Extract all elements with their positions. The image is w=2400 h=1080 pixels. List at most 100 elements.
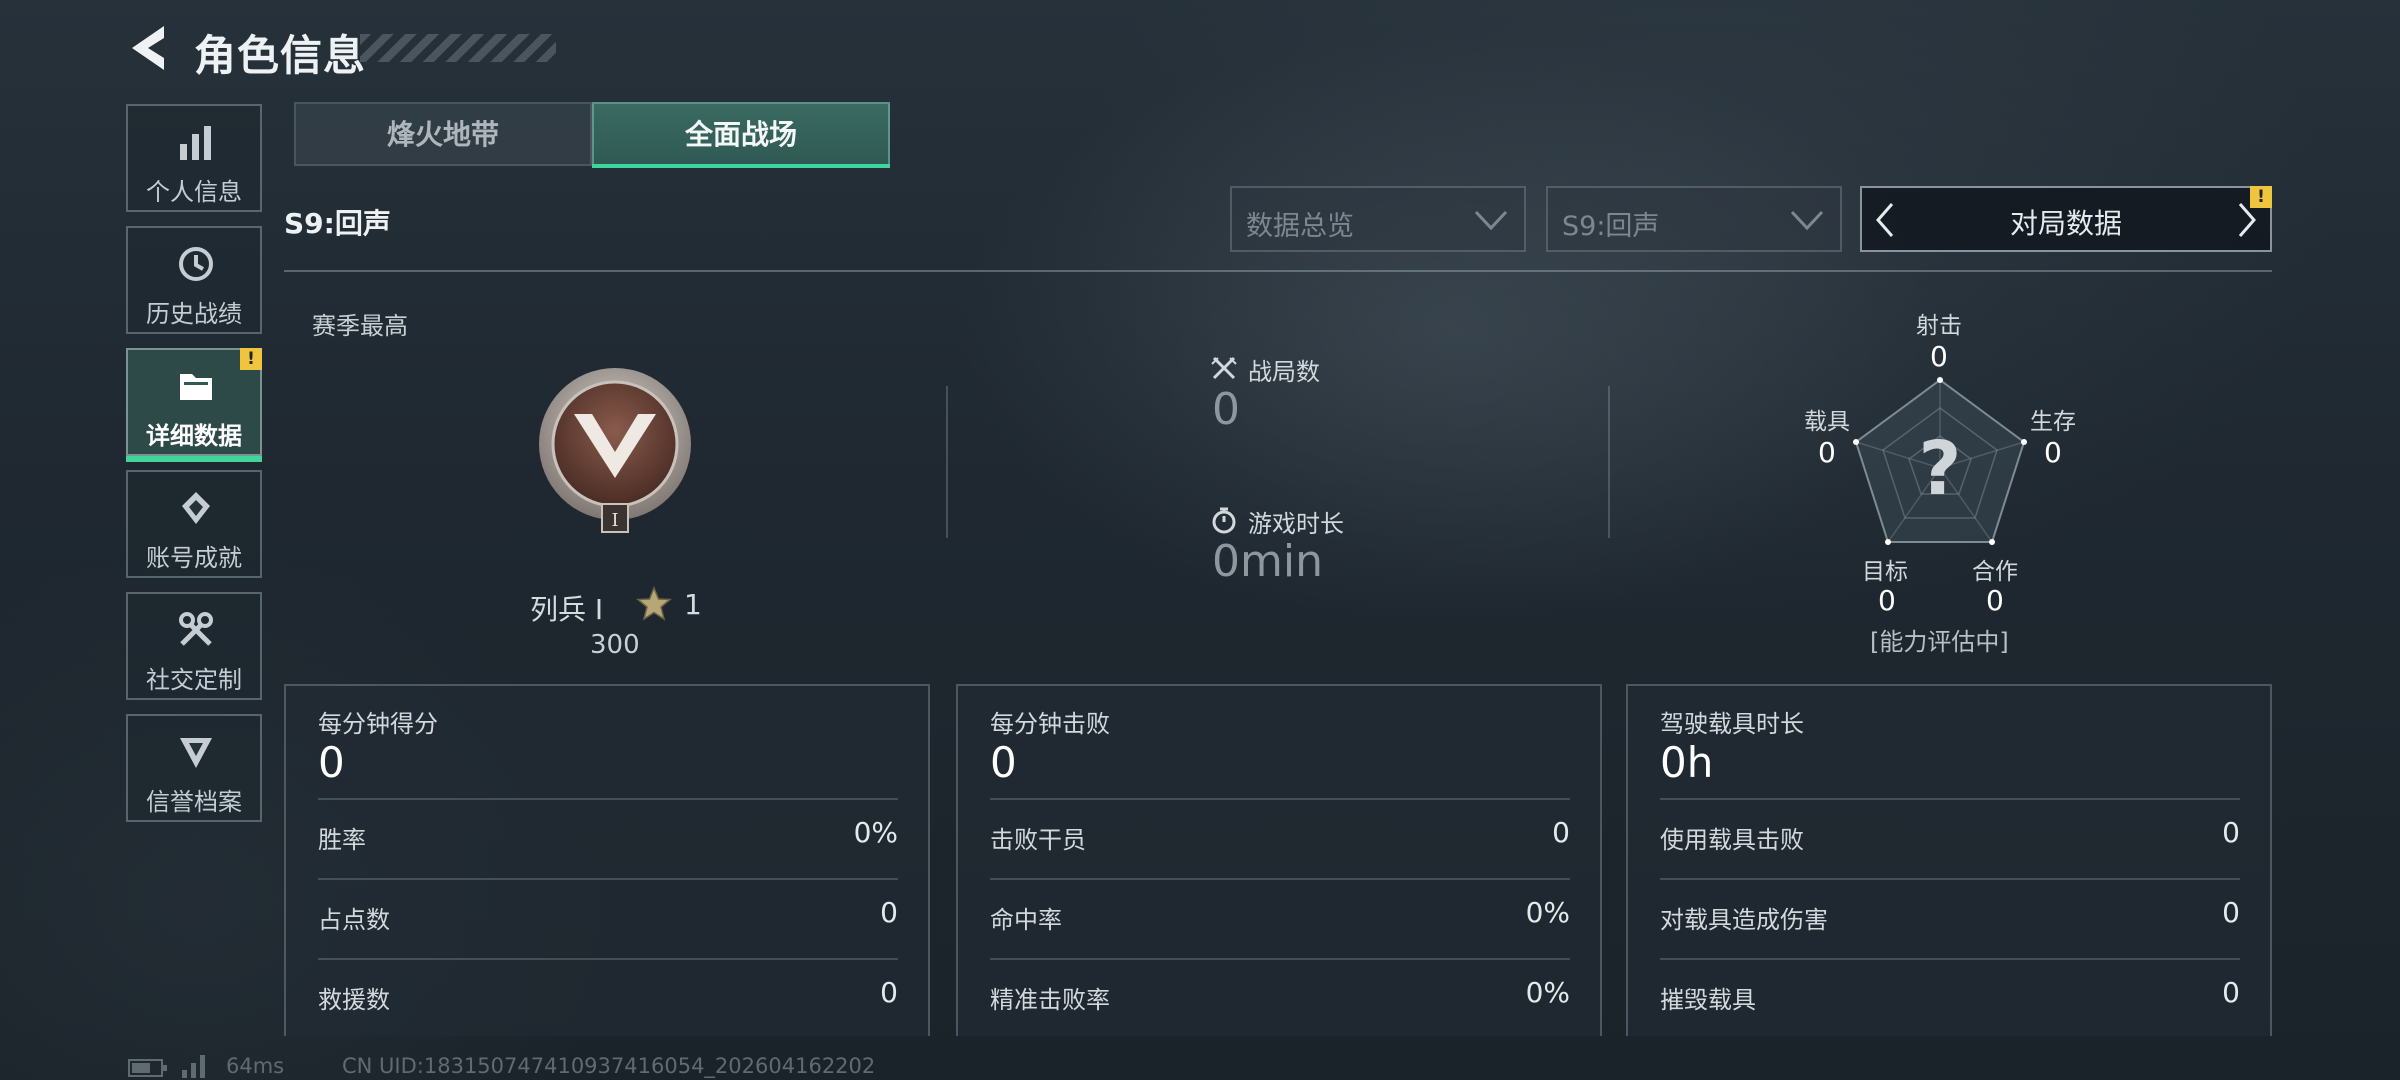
divider xyxy=(318,958,898,960)
radar-value-cooperation: 0 xyxy=(1986,584,2004,617)
back-arrow-icon[interactable] xyxy=(124,22,172,74)
divider xyxy=(990,958,1570,960)
stat-row-value: 0 xyxy=(2222,816,2240,849)
card-value: 0 xyxy=(318,738,345,787)
title-decoration xyxy=(360,34,556,62)
achievement-icon xyxy=(182,492,210,524)
radar-value-objective: 0 xyxy=(1878,584,1896,617)
crossed-swords-icon xyxy=(1211,356,1237,380)
stopwatch-icon xyxy=(1212,507,1236,534)
page-title: 角色信息 xyxy=(194,31,367,80)
stat-row-label: 击败干员 xyxy=(990,826,1086,854)
stat-row-label: 精准击败率 xyxy=(990,986,1110,1014)
stat-row-value: 0% xyxy=(1525,976,1570,1009)
history-clock-icon xyxy=(179,247,213,281)
dropdown-value: 数据总览 xyxy=(1246,211,1354,242)
sidebar-item-label: 社交定制 xyxy=(146,666,242,694)
stat-row-value: 0 xyxy=(880,976,898,1009)
sidebar-item-social[interactable]: 社交定制 xyxy=(126,592,262,700)
radar-label-objective: 目标 xyxy=(1862,559,1908,585)
divider xyxy=(284,270,2272,272)
season-dropdown[interactable]: S9:回声 xyxy=(1546,186,1842,252)
stat-row-value: 0 xyxy=(2222,976,2240,1009)
sidebar-item-label: 历史战绩 xyxy=(146,300,242,328)
radar-assessment-note: [能力评估中] xyxy=(1870,628,2009,656)
stat-row-label: 救援数 xyxy=(318,986,390,1014)
stat-row-label: 使用载具击败 xyxy=(1660,826,1804,854)
stat-row-value: 0 xyxy=(1552,816,1570,849)
signal-icon xyxy=(182,1055,205,1078)
radar-value-vehicle: 0 xyxy=(1818,436,1836,469)
radar-label-shooting: 射击 xyxy=(1916,313,1962,339)
season-label: S9:回声 xyxy=(284,207,391,240)
chevron-down-icon xyxy=(1790,210,1824,231)
tab-fenghuo-zone[interactable]: 烽火地带 xyxy=(294,102,592,166)
sidebar-item-label: 账号成就 xyxy=(146,544,242,572)
stat-row-label: 命中率 xyxy=(990,906,1062,934)
divider xyxy=(1660,798,2240,800)
card-title: 每分钟击败 xyxy=(990,710,1110,738)
divider xyxy=(990,878,1570,880)
card-value: 0h xyxy=(1660,738,1714,787)
divider xyxy=(1660,958,2240,960)
divider xyxy=(318,798,898,800)
divider xyxy=(946,386,948,538)
stats-card-kills: 每分钟击败 0 击败干员 0 命中率 0% 精准击败率 0% xyxy=(956,684,1602,1036)
battery-icon xyxy=(128,1059,167,1077)
playtime-value: 0min xyxy=(1212,536,1323,587)
ability-radar-chart: ? xyxy=(1853,377,2027,545)
sidebar-item-label: 个人信息 xyxy=(146,178,242,206)
stat-row-value: 0 xyxy=(2222,896,2240,929)
stat-row-label: 摧毁载具 xyxy=(1660,986,1756,1014)
rank-stars-count: 1 xyxy=(684,588,702,621)
sidebar-item-label: 信誉档案 xyxy=(146,788,242,816)
radar-value-survival: 0 xyxy=(2044,436,2062,469)
credit-shield-icon xyxy=(180,738,212,768)
sidebar-item-detailed-data[interactable]: 详细数据 ! xyxy=(126,348,262,462)
bar-chart-icon xyxy=(180,126,211,160)
alert-badge: ! xyxy=(240,348,262,370)
rank-points: 300 xyxy=(590,630,640,660)
user-uid: CN UID:1831507474109374160​54_2026041622… xyxy=(342,1054,876,1078)
data-view-dropdown[interactable]: 数据总览 xyxy=(1230,186,1526,252)
star-icon xyxy=(636,586,672,621)
stat-row-value: 0% xyxy=(1525,896,1570,929)
sidebar-item-personal-info[interactable]: 个人信息 xyxy=(126,104,262,212)
rank-emblem-icon: I xyxy=(539,368,691,533)
radar-unknown-mark: ? xyxy=(1919,426,1962,512)
divider xyxy=(318,878,898,880)
chevron-down-icon xyxy=(1474,210,1508,231)
sidebar-item-label: 详细数据 xyxy=(146,422,242,450)
stats-card-vehicle: 驾驶载具时长 0h 使用载具击败 0 对载具造成伤害 0 摧毁载具 0 xyxy=(1626,684,2272,1036)
wrench-icon xyxy=(179,612,213,646)
stat-row-label: 胜率 xyxy=(318,826,366,854)
radar-value-shooting: 0 xyxy=(1930,340,1948,373)
divider xyxy=(1660,878,2240,880)
playtime-label: 游戏时长 xyxy=(1248,510,1344,538)
divider xyxy=(990,798,1570,800)
radar-label-survival: 生存 xyxy=(2030,409,2076,435)
card-title: 每分钟得分 xyxy=(318,710,438,738)
stat-row-label: 对载具造成伤害 xyxy=(1660,906,1828,934)
match-selector-label: 对局数据 xyxy=(2009,207,2122,240)
sidebar-item-achievements[interactable]: 账号成就 xyxy=(126,470,262,578)
stats-card-score: 每分钟得分 0 胜率 0% 占点数 0 救援数 0 xyxy=(284,684,930,1036)
emblem-numeral: I xyxy=(611,510,618,531)
dropdown-value: S9:回声 xyxy=(1562,211,1660,242)
stat-row-value: 0 xyxy=(880,896,898,929)
matches-value: 0 xyxy=(1212,384,1240,435)
ping-indicator: 64ms xyxy=(226,1054,285,1078)
matches-label: 战局数 xyxy=(1248,358,1320,386)
radar-label-cooperation: 合作 xyxy=(1972,559,2018,585)
match-data-selector: 对局数据 ! xyxy=(1860,186,2272,252)
radar-label-vehicle: 载具 xyxy=(1804,409,1850,435)
card-value: 0 xyxy=(990,738,1017,787)
sidebar-item-history[interactable]: 历史战绩 xyxy=(126,226,262,334)
rank-name: 列兵 I xyxy=(530,593,604,626)
card-title: 驾驶载具时长 xyxy=(1660,710,1804,738)
stat-row-value: 0% xyxy=(853,816,898,849)
alert-badge: ! xyxy=(2250,186,2272,208)
sidebar-item-credit[interactable]: 信誉档案 xyxy=(126,714,262,822)
tab-full-battlefield[interactable]: 全面战场 xyxy=(592,102,890,168)
folder-icon xyxy=(180,374,212,400)
